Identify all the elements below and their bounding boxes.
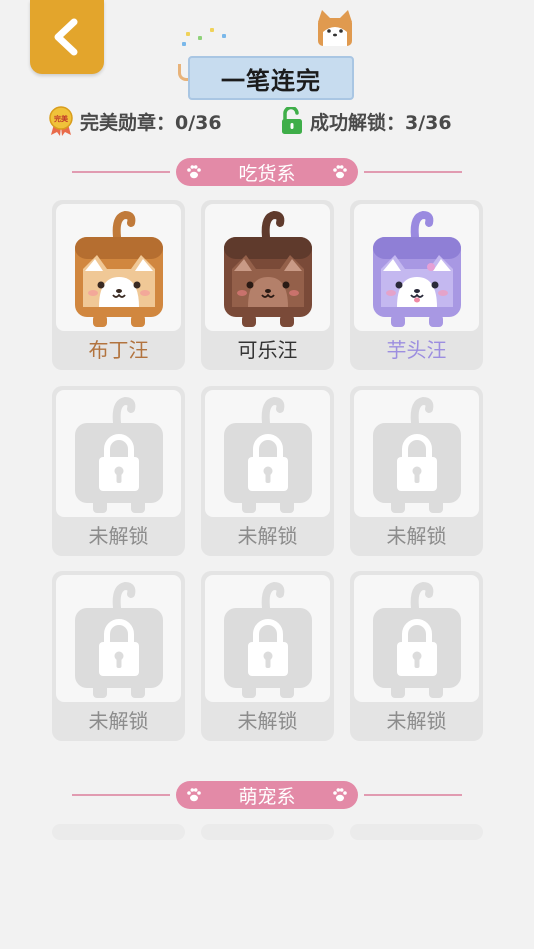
- character-name: 未解锁: [237, 524, 298, 548]
- locked-silhouette-icon: [372, 396, 461, 513]
- locked-silhouette-icon: [74, 396, 163, 513]
- character-card-pudding[interactable]: 布丁汪: [52, 200, 185, 370]
- locked-silhouette-icon: [372, 581, 461, 698]
- cola-dog-icon: [223, 210, 312, 327]
- paw-icon: [333, 788, 347, 802]
- character-name: 未解锁: [88, 524, 149, 548]
- section-title-pill: 萌宠系: [176, 781, 358, 809]
- title-banner: 一笔连完: [178, 10, 358, 100]
- locked-card[interactable]: [201, 824, 334, 840]
- section-header-pets: 萌宠系: [72, 781, 462, 809]
- character-name: 未解锁: [237, 709, 298, 733]
- corgi-mascot-icon: [318, 10, 352, 46]
- section-title: 萌宠系: [238, 785, 296, 808]
- locked-card[interactable]: 未解锁: [52, 386, 185, 556]
- page-title: 一笔连完: [188, 56, 354, 100]
- unlock-icon: [280, 107, 304, 135]
- paw-icon: [187, 165, 201, 179]
- locked-silhouette-icon: [223, 581, 312, 698]
- character-name: 未解锁: [386, 709, 447, 733]
- locked-silhouette-icon: [223, 396, 312, 513]
- unlock-count: 成功解锁：3/36: [310, 111, 452, 134]
- locked-card[interactable]: [52, 824, 185, 840]
- character-card-taro[interactable]: 芋头汪: [350, 200, 483, 370]
- character-name: 未解锁: [88, 709, 149, 733]
- locked-card[interactable]: [350, 824, 483, 840]
- svg-text:完美: 完美: [54, 114, 69, 123]
- pudding-dog-icon: [74, 210, 163, 327]
- medal-icon: 完美: [48, 106, 74, 136]
- section-header-foodie: 吃货系: [72, 158, 462, 186]
- section-title-pill: 吃货系: [176, 158, 358, 186]
- locked-card[interactable]: 未解锁: [52, 571, 185, 741]
- character-name: 布丁汪: [88, 338, 149, 362]
- paw-icon: [333, 165, 347, 179]
- unlock-stat: 成功解锁：3/36: [280, 106, 452, 136]
- stats-bar: 完美 完美勋章：0/36 成功解锁：3/36: [0, 106, 534, 136]
- paw-icon: [187, 788, 201, 802]
- section-title: 吃货系: [238, 162, 296, 185]
- back-button[interactable]: [30, 0, 104, 74]
- medal-count: 完美勋章：0/36: [80, 111, 222, 134]
- taro-dog-icon: [372, 210, 461, 327]
- chevron-left-icon: [54, 18, 78, 56]
- locked-card[interactable]: 未解锁: [350, 571, 483, 741]
- character-name: 可乐汪: [237, 338, 298, 362]
- medal-stat: 完美 完美勋章：0/36: [48, 106, 222, 136]
- character-card-cola[interactable]: 可乐汪: [201, 200, 334, 370]
- locked-card[interactable]: 未解锁: [201, 386, 334, 556]
- locked-card[interactable]: 未解锁: [350, 386, 483, 556]
- character-name: 未解锁: [386, 524, 447, 548]
- character-name: 芋头汪: [386, 338, 447, 362]
- locked-silhouette-icon: [74, 581, 163, 698]
- locked-card[interactable]: 未解锁: [201, 571, 334, 741]
